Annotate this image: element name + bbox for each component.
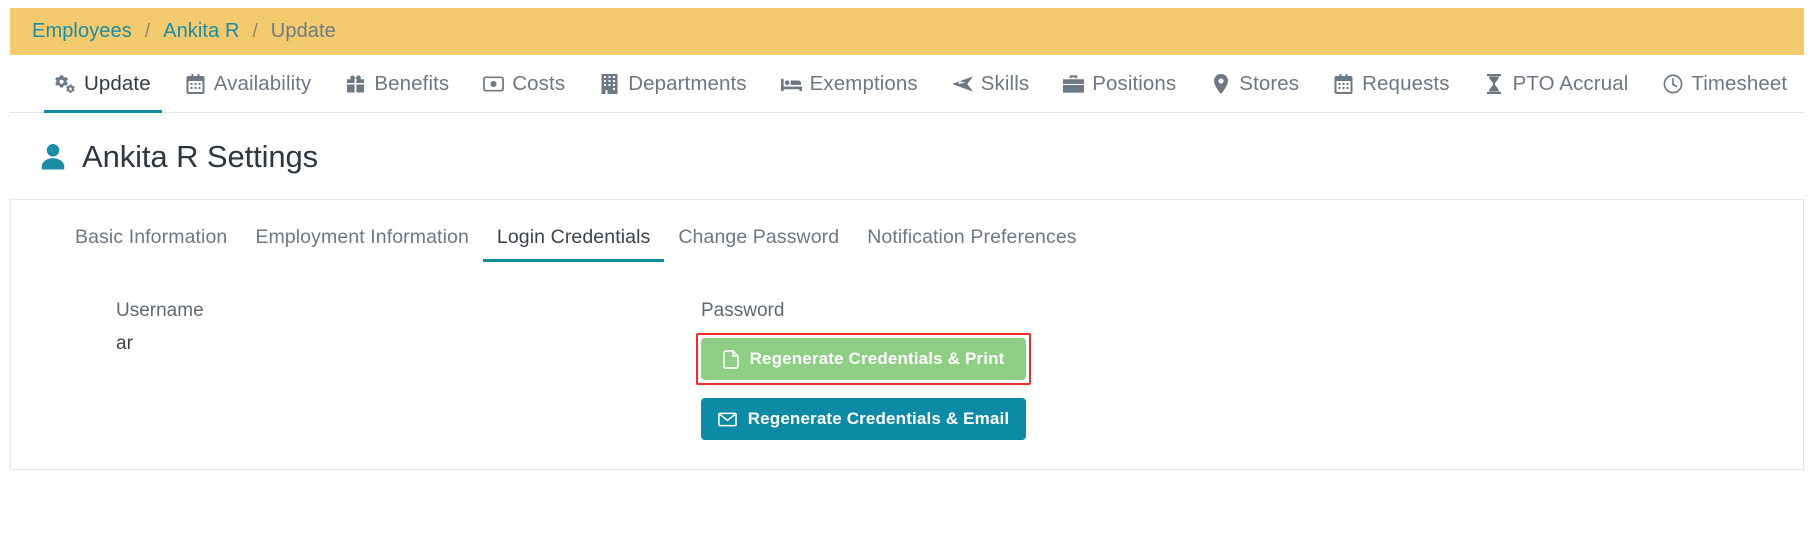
tab-update[interactable]: Update — [38, 55, 168, 113]
main-nav-tabs: Update Availability Benefits Costs Depar — [10, 55, 1804, 113]
briefcase-icon — [1063, 73, 1085, 94]
gears-icon — [55, 73, 76, 94]
tab-exemptions[interactable]: Exemptions — [764, 55, 935, 113]
breadcrumb-item-employees[interactable]: Employees — [32, 20, 132, 43]
hourglass-icon — [1484, 73, 1505, 94]
tab-label: Availability — [213, 71, 312, 95]
settings-card: Basic Information Employment Information… — [10, 200, 1804, 470]
app-page: Employees / Ankita R / Update Update Ava… — [0, 0, 1814, 543]
regenerate-credentials-print-button[interactable]: Regenerate Credentials & Print — [701, 338, 1026, 380]
tab-label: Skills — [980, 71, 1030, 95]
sub-tabs: Basic Information Employment Information… — [11, 200, 1803, 262]
tab-departments[interactable]: Departments — [582, 55, 763, 113]
breadcrumb: Employees / Ankita R / Update — [10, 8, 1804, 55]
page-title-bar: Ankita R Settings — [10, 113, 1804, 200]
username-label: Username — [116, 300, 204, 321]
subtab-login-credentials[interactable]: Login Credentials — [482, 226, 665, 262]
tab-label: Stores — [1239, 71, 1300, 95]
tab-stores[interactable]: Stores — [1193, 55, 1316, 113]
map-marker-icon — [1210, 73, 1231, 94]
username-value: ar — [116, 333, 133, 354]
username-group: Username ar — [11, 300, 701, 440]
tab-label: Positions — [1092, 71, 1177, 95]
subtab-notification-preferences[interactable]: Notification Preferences — [853, 226, 1090, 262]
bed-icon — [780, 73, 802, 94]
money-bill-icon — [483, 73, 505, 94]
breadcrumb-separator: / — [252, 20, 258, 42]
tab-requests[interactable]: Requests — [1316, 55, 1466, 113]
button-label: Regenerate Credentials & Print — [749, 349, 1005, 368]
tab-label: Costs — [512, 71, 566, 95]
breadcrumb-separator: / — [144, 20, 151, 42]
tab-timesheet[interactable]: Timesheet — [1645, 55, 1804, 113]
tab-label: Timesheet — [1691, 71, 1788, 95]
tab-costs[interactable]: Costs — [466, 55, 582, 113]
envelope-icon — [717, 412, 737, 427]
button-label: Regenerate Credentials & Email — [747, 409, 1010, 428]
regenerate-credentials-email-button[interactable]: Regenerate Credentials & Email — [701, 398, 1026, 440]
subtab-employment-information[interactable]: Employment Information — [241, 226, 483, 262]
password-label: Password — [701, 300, 785, 321]
pdf-file-icon — [722, 349, 739, 369]
tab-label: Benefits — [374, 71, 450, 95]
paper-plane-icon — [951, 73, 973, 94]
tab-label: Departments — [628, 71, 747, 95]
tab-label: PTO Accrual — [1512, 71, 1629, 95]
tab-label: Exemptions — [809, 71, 918, 95]
calendar-icon — [1333, 73, 1354, 94]
breadcrumb-item-update: Update — [270, 20, 336, 42]
tab-label: Requests — [1362, 71, 1450, 95]
breadcrumb-item-ankita-r[interactable]: Ankita R — [163, 20, 239, 43]
subtab-basic-information[interactable]: Basic Information — [61, 226, 241, 262]
tab-availability[interactable]: Availability — [168, 55, 329, 113]
subtab-change-password[interactable]: Change Password — [664, 226, 853, 262]
tab-label: Update — [84, 71, 151, 95]
regenerate-print-highlight: Regenerate Credentials & Print — [696, 333, 1031, 385]
user-icon — [38, 142, 68, 172]
page-title: Ankita R Settings — [82, 139, 319, 174]
tab-skills[interactable]: Skills — [935, 55, 1046, 113]
calendar-icon — [185, 73, 206, 94]
login-credentials-form: Username ar Password Regenerate Credenti… — [11, 262, 1803, 440]
building-icon — [599, 73, 620, 94]
clock-icon — [1662, 73, 1683, 94]
tab-pto-accrual[interactable]: PTO Accrual — [1467, 55, 1646, 113]
password-group: Password Regenerate Credentials & Print … — [696, 300, 1241, 440]
tab-benefits[interactable]: Benefits — [328, 55, 466, 113]
tab-positions[interactable]: Positions — [1046, 55, 1193, 113]
gift-icon — [345, 73, 366, 94]
